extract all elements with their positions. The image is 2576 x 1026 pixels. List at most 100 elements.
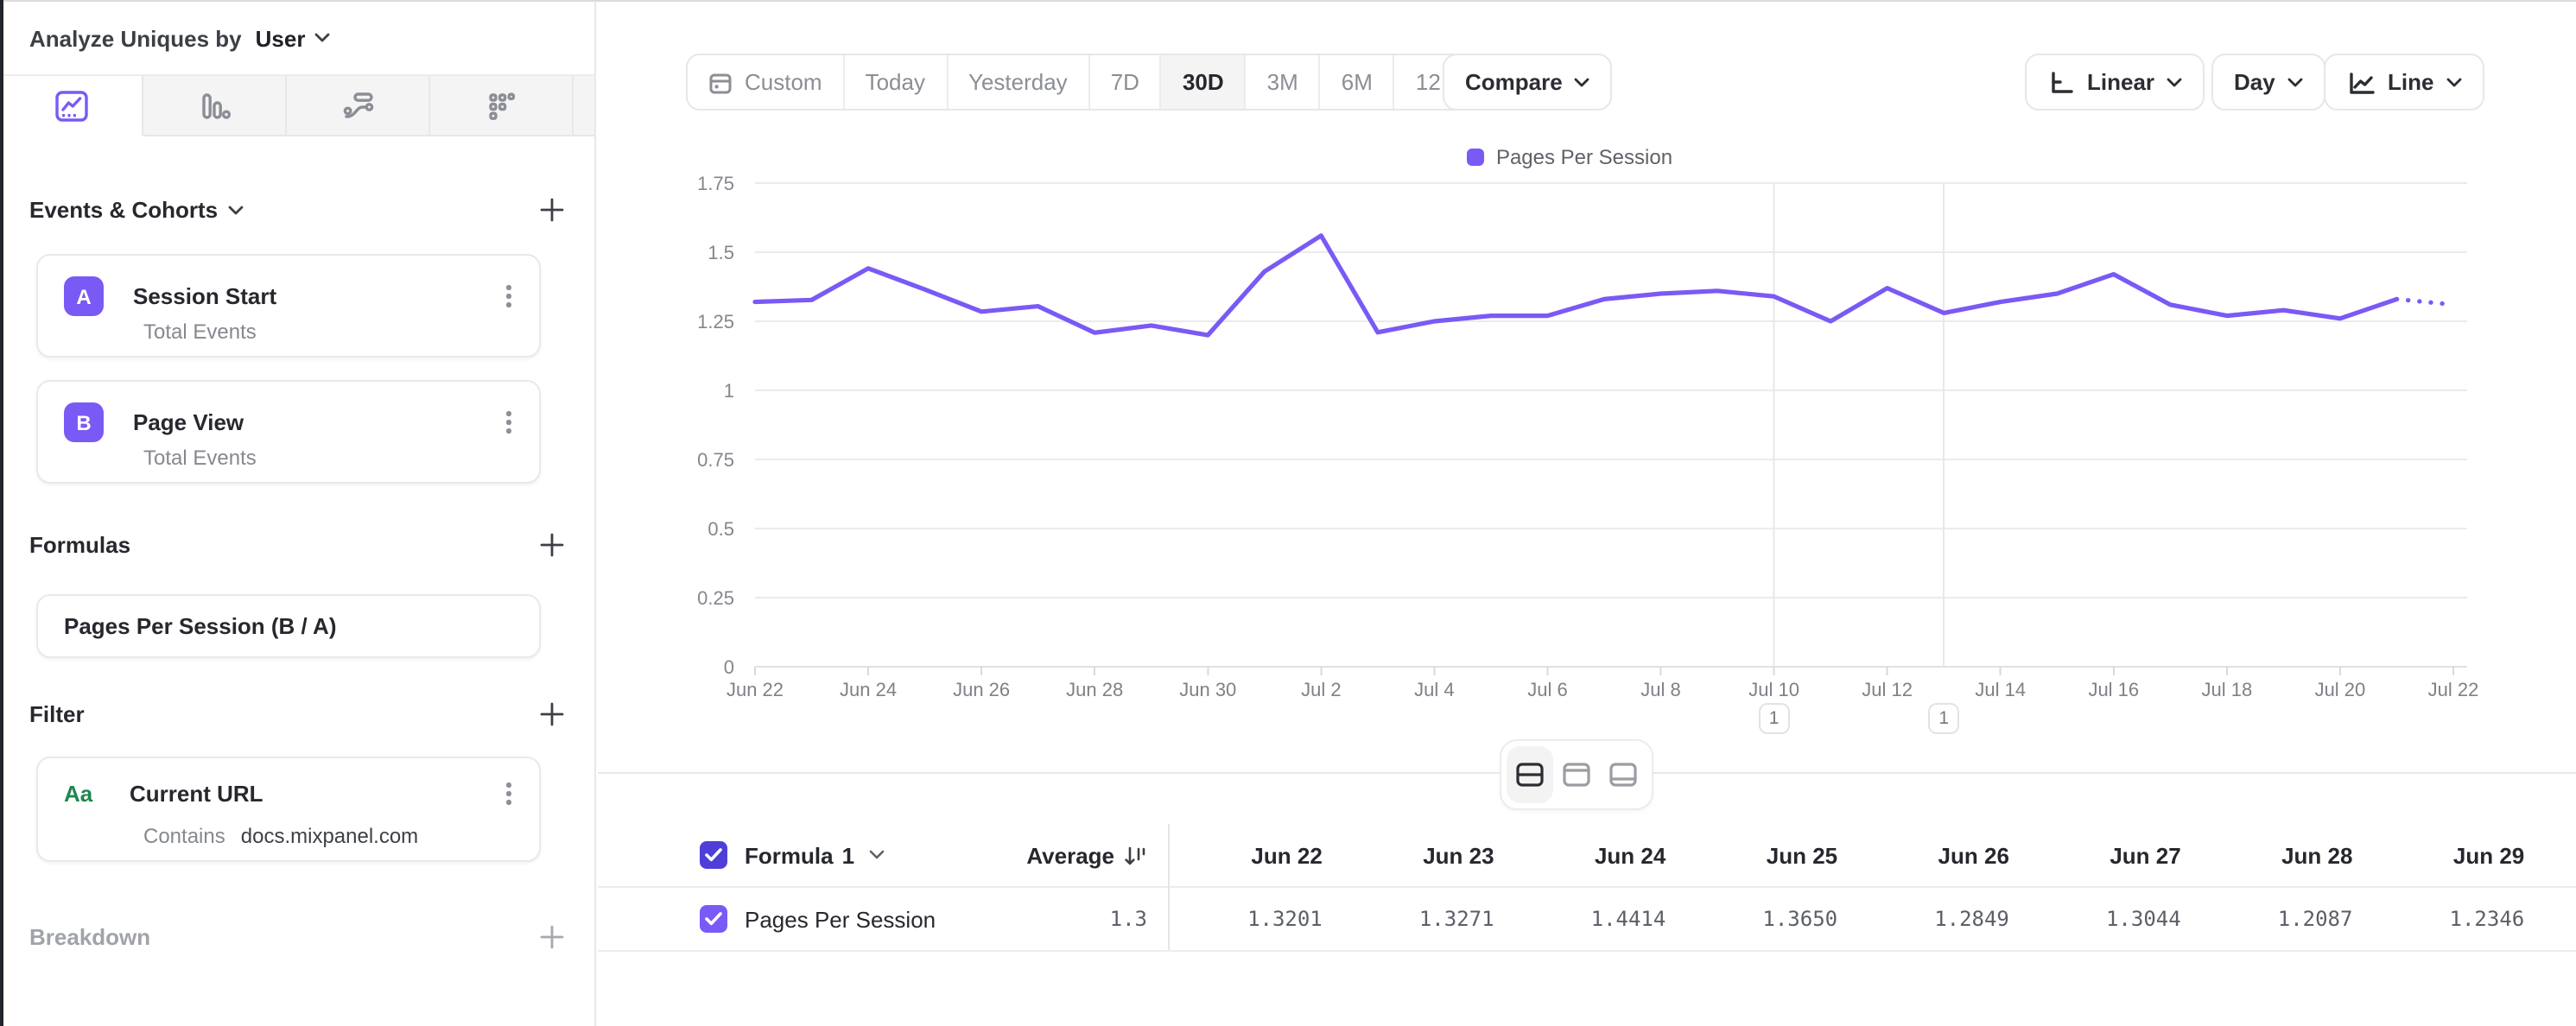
formula-card[interactable]: Pages Per Session (B / A)	[36, 594, 541, 658]
filter-title: Filter	[29, 701, 85, 727]
formula-group-label[interactable]: Formula	[745, 842, 834, 868]
formulas-section-header: Formulas	[29, 532, 565, 558]
analyze-uniques-selector[interactable]: User	[256, 25, 306, 51]
filter-value[interactable]: docs.mixpanel.com	[241, 824, 418, 848]
legend-swatch	[1467, 149, 1484, 166]
breakdown-section-header: Breakdown	[29, 924, 565, 950]
annotation-marker[interactable]: 1	[1759, 703, 1790, 734]
svg-text:0: 0	[724, 656, 734, 678]
string-property-icon: Aa	[64, 781, 104, 807]
add-filter-button[interactable]	[539, 701, 565, 727]
date-column-header[interactable]: Jun 26	[1837, 824, 2009, 886]
add-event-button[interactable]	[539, 197, 565, 223]
event-a-badge: A	[64, 276, 104, 316]
value-cell: 1.2087	[2181, 888, 2353, 950]
kebab-menu-icon[interactable]	[500, 779, 518, 808]
range-7d[interactable]: 7D	[1090, 55, 1162, 109]
sort-icon[interactable]	[1123, 844, 1147, 866]
series-checkbox[interactable]	[700, 905, 727, 933]
tab-bar-chart[interactable]	[143, 76, 287, 136]
svg-text:Jul 4: Jul 4	[1414, 679, 1454, 700]
chevron-down-icon	[1575, 77, 1590, 87]
event-a-measure[interactable]: Total Events	[143, 320, 257, 344]
layout-split-button[interactable]	[1507, 746, 1553, 803]
value-cell: 1.4414	[1494, 888, 1666, 950]
range-today[interactable]: Today	[845, 55, 948, 109]
svg-text:1: 1	[724, 380, 734, 402]
filter-card[interactable]: Aa Current URL Contains docs.mixpanel.co…	[36, 757, 541, 862]
visualization-tabs	[0, 76, 594, 136]
chevron-down-icon	[2167, 77, 2182, 87]
svg-text:Jul 10: Jul 10	[1748, 679, 1799, 700]
add-formula-button[interactable]	[539, 532, 565, 558]
svg-text:0.75: 0.75	[697, 449, 734, 471]
range-3m[interactable]: 3M	[1247, 55, 1321, 109]
svg-text:Jun 24: Jun 24	[840, 679, 897, 700]
kebab-menu-icon[interactable]	[500, 408, 518, 437]
series-name[interactable]: Pages Per Session	[745, 906, 936, 932]
tab-metrics[interactable]	[430, 76, 574, 136]
svg-text:1.75: 1.75	[697, 173, 734, 194]
date-column-header[interactable]: Jun 22	[1151, 824, 1323, 886]
filter-section-header: Filter	[29, 701, 565, 727]
svg-text:Jul 16: Jul 16	[2088, 679, 2139, 700]
event-card-a[interactable]: A Session Start Total Events	[36, 254, 541, 358]
tab-flow[interactable]	[287, 76, 430, 136]
add-breakdown-button[interactable]	[539, 924, 565, 950]
value-cell: 1.3201	[1151, 888, 1323, 950]
tab-insights-line[interactable]	[0, 76, 143, 136]
kebab-menu-icon[interactable]	[500, 282, 518, 311]
line-chart-tab-icon	[53, 87, 89, 124]
event-a-name[interactable]: Session Start	[133, 283, 276, 309]
svg-text:Jul 14: Jul 14	[1975, 679, 2026, 700]
layout-chart-only-button[interactable]	[1553, 746, 1600, 803]
event-b-name[interactable]: Page View	[133, 409, 244, 435]
value-cell: 1.2849	[1837, 888, 2009, 950]
date-column-header[interactable]: Jun 27	[2009, 824, 2181, 886]
date-column-header[interactable]: Jun 24	[1494, 824, 1666, 886]
events-cohorts-section-header: Events & Cohorts	[29, 197, 565, 223]
layout-table-only-button[interactable]	[1600, 746, 1646, 803]
range-custom[interactable]: Custom	[688, 55, 845, 109]
value-cell: 1.3650	[1666, 888, 1837, 950]
events-cohorts-title: Events & Cohorts	[29, 197, 218, 223]
svg-text:Jul 8: Jul 8	[1640, 679, 1680, 700]
range-30d[interactable]: 30D	[1162, 55, 1247, 109]
annotation-marker[interactable]: 1	[1928, 703, 1959, 734]
svg-text:Jun 22: Jun 22	[726, 679, 784, 700]
axis-scale-label: Linear	[2087, 69, 2154, 95]
value-cell: 1.3044	[2009, 888, 2181, 950]
filter-property-name[interactable]: Current URL	[130, 781, 263, 807]
formula-name[interactable]: Pages Per Session (B / A)	[64, 613, 337, 639]
event-b-badge: B	[64, 402, 104, 442]
formula-group-checkbox[interactable]	[700, 841, 727, 869]
event-b-measure[interactable]: Total Events	[143, 446, 257, 470]
range-6m[interactable]: 6M	[1321, 55, 1395, 109]
linear-scale-icon	[2047, 68, 2075, 96]
date-column-header[interactable]: Jun 29	[2352, 824, 2524, 886]
interval-button[interactable]: Day	[2211, 54, 2325, 111]
chevron-down-icon[interactable]	[314, 33, 329, 43]
chevron-down-icon[interactable]	[868, 850, 884, 860]
date-column-header[interactable]: Jun 28	[2181, 824, 2353, 886]
chart-type-label: Line	[2388, 69, 2433, 95]
svg-text:0.25: 0.25	[697, 587, 734, 609]
event-card-b[interactable]: B Page View Total Events	[36, 380, 541, 484]
chevron-down-icon[interactable]	[228, 205, 244, 215]
query-builder-sidebar: Analyze Uniques by User	[0, 0, 596, 1026]
metrics-grid-tab-icon	[483, 87, 519, 124]
svg-text:Jun 26: Jun 26	[953, 679, 1010, 700]
range-yesterday[interactable]: Yesterday	[948, 55, 1090, 109]
flow-tab-icon	[339, 87, 376, 124]
interval-label: Day	[2234, 69, 2275, 95]
average-header[interactable]: Average	[1026, 842, 1114, 868]
svg-text:Jul 20: Jul 20	[2315, 679, 2366, 700]
date-column-header[interactable]: Jun 23	[1323, 824, 1494, 886]
chart-legend[interactable]: Pages Per Session	[598, 145, 2541, 169]
chart-type-button[interactable]: Line	[2324, 54, 2484, 111]
filter-operator[interactable]: Contains	[143, 824, 225, 848]
compare-label: Compare	[1465, 69, 1563, 95]
axis-scale-button[interactable]: Linear	[2025, 54, 2205, 111]
date-column-header[interactable]: Jun 25	[1666, 824, 1837, 886]
compare-button[interactable]: Compare	[1443, 54, 1613, 111]
